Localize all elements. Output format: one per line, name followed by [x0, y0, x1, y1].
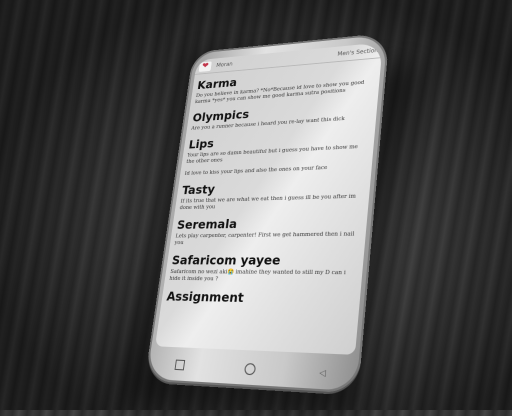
- heart-logo-icon: ❤: [198, 60, 212, 72]
- post-text[interactable]: Safaricom no wezi aki😭 imahine they want…: [169, 269, 357, 285]
- section-label[interactable]: Men's Section: [337, 47, 378, 57]
- home-icon[interactable]: [243, 362, 257, 375]
- post-text[interactable]: Lets play carpenter, carpenter! First we…: [174, 231, 361, 247]
- post-text[interactable]: Id love to kiss your lips and also the o…: [184, 163, 367, 177]
- post-list: Karma Do you believe in karma? *No*Becau…: [161, 58, 382, 312]
- phone-screen: ❤ Moran Men's Section Karma Do you belie…: [155, 42, 383, 355]
- post-title[interactable]: Safaricom yayee: [171, 252, 359, 268]
- back-icon[interactable]: ◁: [319, 367, 326, 377]
- recents-icon[interactable]: [174, 359, 186, 371]
- android-nav-bar: ◁: [145, 352, 360, 387]
- post-title[interactable]: Seremala: [176, 214, 362, 231]
- post-title[interactable]: Assignment: [166, 289, 356, 308]
